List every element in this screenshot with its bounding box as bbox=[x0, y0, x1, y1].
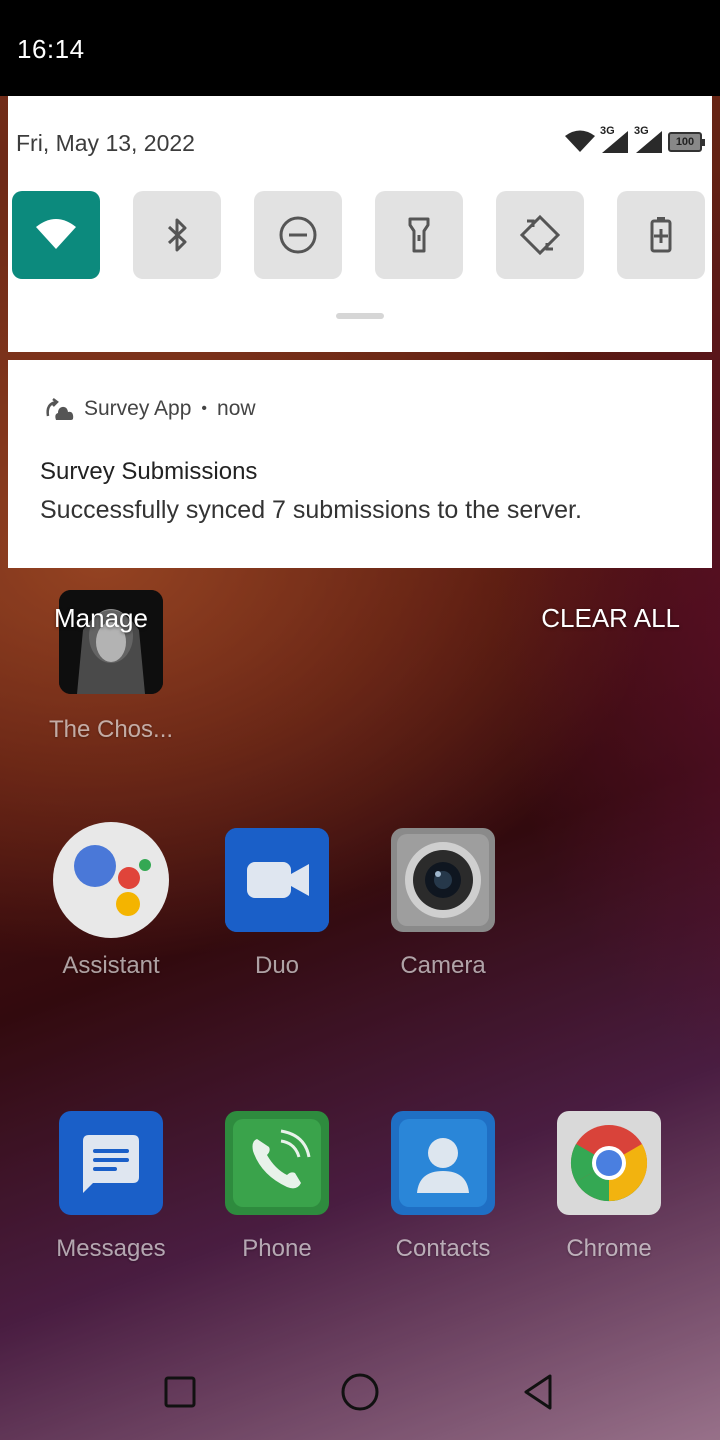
notif-app-name: Survey App bbox=[84, 397, 192, 420]
notif-time: now bbox=[217, 397, 256, 420]
camera-icon bbox=[391, 828, 495, 932]
chrome-label: Chrome bbox=[566, 1235, 652, 1262]
wifi-status-icon bbox=[565, 130, 595, 152]
status-time: 16:14 bbox=[17, 34, 85, 64]
flashlight-icon bbox=[408, 217, 430, 253]
survey-notification[interactable]: Survey App • now Survey Submissions Succ… bbox=[8, 360, 712, 568]
contacts-icon bbox=[391, 1111, 495, 1215]
battery-icon: 100 bbox=[668, 132, 705, 152]
app-messages[interactable]: Messages bbox=[31, 1111, 191, 1263]
dnd-icon bbox=[279, 216, 317, 254]
messages-icon bbox=[59, 1111, 163, 1215]
battery-saver-icon bbox=[650, 217, 672, 253]
dnd-tile[interactable] bbox=[254, 191, 342, 279]
phone-label: Phone bbox=[242, 1235, 312, 1262]
app-camera[interactable]: Camera bbox=[363, 828, 523, 980]
rotate-tile[interactable] bbox=[496, 191, 584, 279]
network-type-2: 3G bbox=[634, 125, 649, 137]
notif-header: Survey App • now bbox=[44, 396, 256, 422]
assistant-label: Assistant bbox=[62, 952, 160, 979]
messages-label: Messages bbox=[56, 1235, 166, 1262]
the-chosen-label: The Chos... bbox=[48, 716, 174, 743]
recents-icon[interactable] bbox=[160, 1372, 200, 1412]
signal-icon-2: 3G bbox=[634, 125, 664, 155]
battery-saver-tile[interactable] bbox=[617, 191, 705, 279]
bluetooth-tile[interactable] bbox=[133, 191, 221, 279]
navigation-bar bbox=[0, 1344, 720, 1440]
sync-cloud-icon bbox=[46, 398, 74, 420]
qs-tiles bbox=[12, 191, 708, 279]
app-phone[interactable]: Phone bbox=[197, 1111, 357, 1263]
network-type-1: 3G bbox=[600, 125, 615, 137]
notif-separator: • bbox=[201, 400, 208, 417]
status-bar: 16:14 bbox=[0, 0, 720, 96]
duo-icon bbox=[225, 828, 329, 932]
qs-status-icons: 3G 3G 100 bbox=[564, 125, 705, 156]
home-icon[interactable] bbox=[339, 1371, 381, 1413]
clear-all-button[interactable]: CLEAR ALL bbox=[541, 603, 680, 634]
wifi-icon bbox=[36, 219, 76, 249]
manage-button[interactable]: Manage bbox=[54, 603, 148, 634]
bluetooth-icon bbox=[167, 218, 187, 252]
notif-text: Successfully synced 7 submissions to the… bbox=[40, 496, 582, 524]
signal-icon-1: 3G bbox=[600, 125, 630, 155]
app-chrome[interactable]: Chrome bbox=[529, 1111, 689, 1263]
assistant-icon bbox=[53, 822, 169, 938]
duo-label: Duo bbox=[254, 952, 300, 979]
flashlight-tile[interactable] bbox=[375, 191, 463, 279]
qs-date[interactable]: Fri, May 13, 2022 bbox=[16, 130, 195, 157]
camera-label: Camera bbox=[400, 952, 486, 979]
quick-settings-panel: Fri, May 13, 2022 3G 3G 100 bbox=[8, 96, 712, 352]
battery-level: 100 bbox=[675, 136, 695, 148]
app-duo[interactable]: Duo bbox=[197, 828, 357, 980]
chrome-icon bbox=[557, 1111, 661, 1215]
wifi-tile[interactable] bbox=[12, 191, 100, 279]
qs-drag-handle[interactable] bbox=[336, 313, 384, 319]
notif-title: Survey Submissions bbox=[40, 458, 258, 485]
rotate-icon bbox=[519, 214, 561, 256]
phone-icon bbox=[225, 1111, 329, 1215]
contacts-label: Contacts bbox=[395, 1235, 491, 1262]
app-assistant[interactable]: Assistant bbox=[31, 822, 191, 980]
app-contacts[interactable]: Contacts bbox=[363, 1111, 523, 1263]
back-icon[interactable] bbox=[518, 1372, 558, 1412]
